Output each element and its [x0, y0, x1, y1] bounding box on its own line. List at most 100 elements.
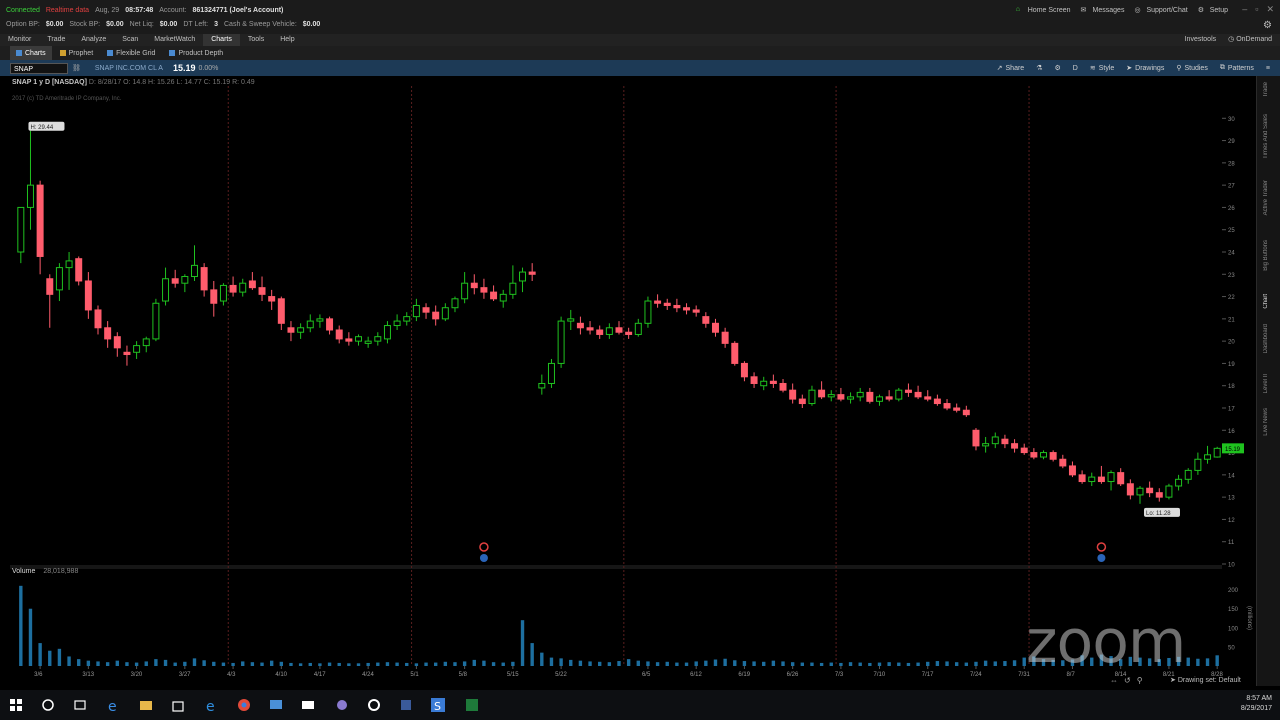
- settings-gear-icon[interactable]: ⚙: [1263, 20, 1272, 31]
- price-tick-label: 16: [1228, 429, 1235, 435]
- tab-prophet[interactable]: Prophet: [54, 46, 100, 60]
- chart-nav-controls: ⇔ ↺ ⚲: [1110, 676, 1143, 685]
- candle-body: [113, 336, 121, 349]
- skype-icon[interactable]: S: [430, 697, 446, 713]
- chrome-icon[interactable]: [236, 697, 252, 713]
- volume-bar: [993, 661, 997, 666]
- date-tick-label: 5/8: [459, 672, 468, 678]
- volume-label-row: Volume 28,018,988: [12, 568, 78, 575]
- volume-bar: [173, 662, 177, 666]
- system-tray[interactable]: 8:57 AM 8/29/2017: [1241, 694, 1272, 714]
- candle-body: [509, 282, 517, 295]
- search-icon[interactable]: [40, 697, 56, 713]
- app-icon[interactable]: [334, 697, 350, 713]
- reset-icon[interactable]: ↺: [1124, 676, 1131, 685]
- volume-bar: [327, 662, 332, 666]
- sidebar-tab-times-and-sales[interactable]: Times And Sales: [1263, 114, 1269, 159]
- share-icon: ↗: [996, 65, 1003, 72]
- menu-help[interactable]: Help: [272, 34, 302, 46]
- zoom-icon[interactable]: ⚲: [1137, 676, 1143, 685]
- volume-bar: [77, 659, 81, 666]
- messages-link[interactable]: ✉ Messages: [1081, 6, 1125, 15]
- price-tick-label: 17: [1228, 407, 1235, 413]
- sidebar-tab-chart[interactable]: Chart: [1263, 294, 1269, 309]
- link-icon[interactable]: ⛓: [72, 64, 81, 72]
- volume-bar: [733, 660, 737, 666]
- drawings-button[interactable]: ➤ Drawings: [1126, 64, 1164, 73]
- menu-tools[interactable]: Tools: [240, 34, 272, 46]
- account-value[interactable]: 861324771 (Joel's Account): [192, 7, 283, 14]
- stock-bp-value: $0.00: [106, 21, 124, 28]
- volume-bar: [212, 661, 216, 666]
- candle-body: [306, 320, 314, 329]
- file-explorer-icon[interactable]: [138, 697, 154, 713]
- menu-icon[interactable]: ≡: [1266, 65, 1270, 72]
- candle-body: [200, 267, 208, 291]
- candle-body: [866, 391, 874, 402]
- style-button[interactable]: ≋ Style: [1090, 64, 1114, 73]
- zoom-watermark: zoom: [1026, 607, 1186, 677]
- candle-body: [673, 304, 681, 309]
- menu-charts[interactable]: Charts: [203, 34, 240, 46]
- maximize-icon[interactable]: ▫: [1255, 4, 1258, 15]
- internet-explorer-icon[interactable]: e: [204, 697, 220, 713]
- task-view-icon[interactable]: [72, 697, 88, 713]
- minimize-icon[interactable]: –: [1242, 4, 1247, 15]
- sidebar-tab-level-ii[interactable]: Level II: [1263, 374, 1269, 393]
- sidebar-tab-live-news[interactable]: Live News: [1263, 408, 1269, 436]
- menu-marketwatch[interactable]: MarketWatch: [146, 34, 203, 46]
- tab-product-depth[interactable]: Product Depth: [163, 46, 229, 60]
- edge-browser-icon[interactable]: e: [106, 697, 122, 713]
- date-tick-label: 5/15: [507, 672, 519, 678]
- share-button[interactable]: ↗ Share: [996, 64, 1025, 73]
- candle-body: [1213, 447, 1221, 458]
- sidebar-tab-big-buttons[interactable]: Big Buttons: [1263, 240, 1269, 271]
- candle-body: [615, 327, 623, 333]
- patterns-button[interactable]: ⧉ Patterns: [1220, 64, 1254, 72]
- store-icon[interactable]: [170, 697, 186, 713]
- candle-body: [1059, 458, 1067, 467]
- volume-unit-label: (millions): [1246, 606, 1252, 630]
- settings-app-icon[interactable]: [366, 697, 382, 713]
- windows-start-icon[interactable]: [8, 697, 24, 713]
- price-tick-label: 22: [1228, 295, 1235, 301]
- ondemand-link[interactable]: ◷ OnDemand: [1228, 34, 1272, 46]
- sidebar-tab-dashboard[interactable]: Dashboard: [1263, 324, 1269, 353]
- candle-body: [162, 278, 170, 302]
- investools-link[interactable]: Investools: [1185, 34, 1217, 46]
- mail-icon[interactable]: [300, 697, 316, 713]
- thinkorswim-icon[interactable]: [398, 697, 414, 713]
- candle-body: [596, 329, 604, 335]
- support-chat-link[interactable]: ◎ Support/Chat: [1134, 6, 1187, 15]
- symbol-input[interactable]: SNAP: [10, 62, 68, 74]
- sidebar-tab-trade[interactable]: Trade: [1263, 82, 1269, 97]
- timeframe-button[interactable]: D: [1073, 65, 1078, 72]
- candle-body: [364, 340, 372, 344]
- chart-area[interactable]: SNAP 1 y D [NASDAQ] D: 8/28/17 O: 14.8 H…: [0, 76, 1256, 686]
- close-icon[interactable]: ✕: [1266, 4, 1274, 15]
- volume-bar: [48, 650, 52, 666]
- setup-link[interactable]: ⚙ Setup: [1198, 6, 1228, 15]
- candle-body: [644, 300, 652, 324]
- studies-button[interactable]: ⚲ Studies: [1176, 64, 1208, 73]
- flask-icon[interactable]: ⚗: [1036, 64, 1042, 72]
- candle-body: [1011, 443, 1019, 449]
- candle-body: [818, 389, 826, 398]
- volume-bar: [472, 659, 476, 666]
- menu-trade[interactable]: Trade: [39, 34, 73, 46]
- sidebar-tab-active-trader[interactable]: Active Trader: [1263, 180, 1269, 215]
- drawing-set[interactable]: ➤ Drawing set: Default: [1170, 676, 1241, 684]
- svg-text:S: S: [434, 700, 441, 713]
- pan-icon[interactable]: ⇔: [1110, 676, 1118, 685]
- home-screen-link[interactable]: ⌂ Home Screen: [1016, 6, 1071, 15]
- excel-icon[interactable]: [464, 697, 480, 713]
- remote-desktop-icon[interactable]: [268, 697, 284, 713]
- menu-analyze[interactable]: Analyze: [73, 34, 114, 46]
- tab-charts[interactable]: Charts: [10, 46, 52, 60]
- menu-monitor[interactable]: Monitor: [0, 34, 39, 46]
- candle-body: [953, 407, 961, 411]
- chart-settings-icon[interactable]: ⚙: [1054, 64, 1060, 72]
- menu-scan[interactable]: Scan: [114, 34, 146, 46]
- candle-body: [683, 307, 691, 311]
- tab-flexible-grid[interactable]: Flexible Grid: [101, 46, 161, 60]
